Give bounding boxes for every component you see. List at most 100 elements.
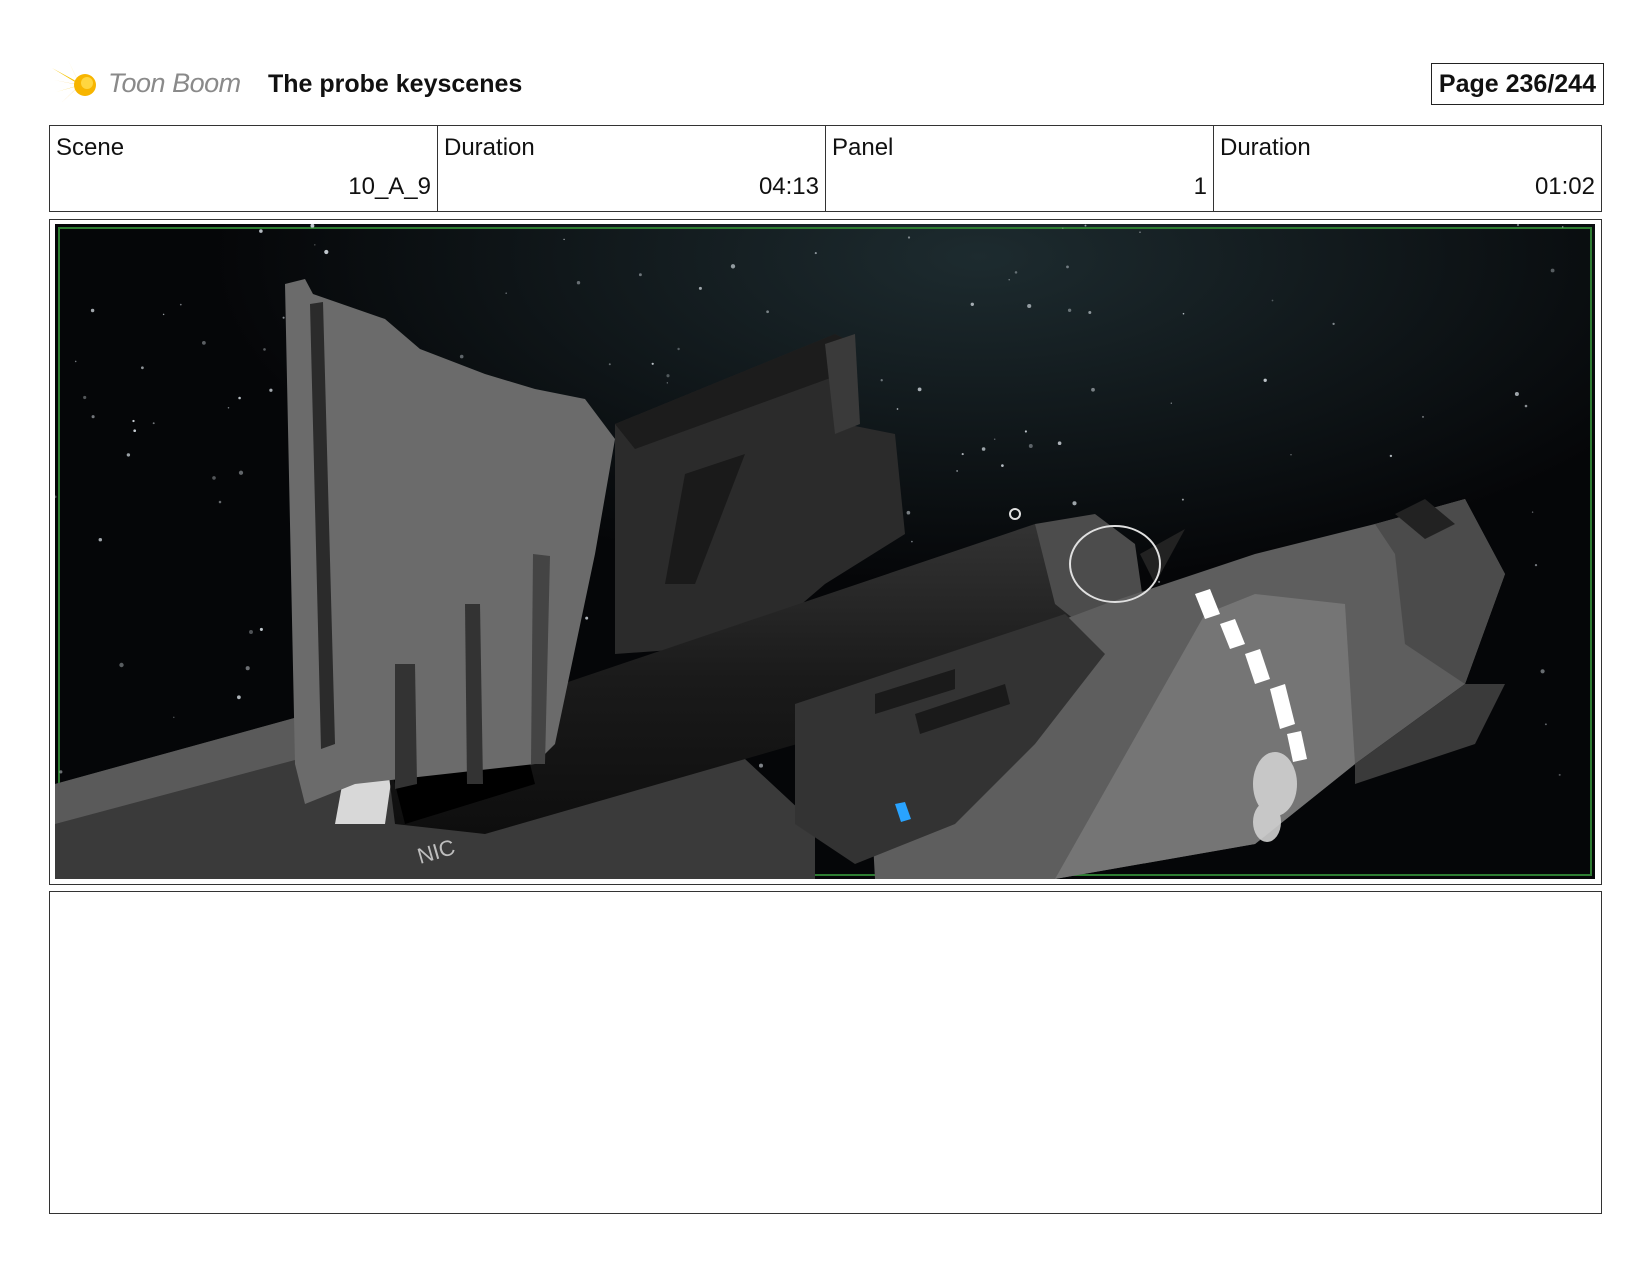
star: [202, 341, 206, 345]
star: [1062, 227, 1064, 229]
page-header: Toon Boom The probe keyscenes Page 236/2…: [52, 58, 1604, 112]
star: [1091, 387, 1095, 392]
star: [1028, 444, 1033, 448]
star: [766, 310, 769, 314]
panel-label: Panel: [832, 134, 894, 161]
star: [698, 286, 702, 290]
star: [1544, 723, 1547, 726]
star: [880, 379, 883, 382]
star: [218, 500, 222, 504]
star: [1181, 498, 1184, 501]
star: [1088, 311, 1092, 314]
star: [1001, 464, 1004, 467]
panel-value: 1: [1193, 173, 1207, 200]
star: [1561, 226, 1564, 228]
star: [162, 313, 165, 316]
star: [269, 388, 273, 392]
star: [993, 438, 996, 440]
star: [1084, 224, 1087, 227]
star: [282, 316, 285, 319]
star: [1024, 430, 1027, 433]
star: [1531, 511, 1534, 513]
star: [1158, 580, 1161, 583]
star: [1072, 501, 1077, 506]
scene-value: 10_A_9: [348, 173, 431, 200]
storyboard-panel: NIC: [49, 219, 1602, 885]
star: [1139, 231, 1141, 234]
star: [212, 476, 216, 480]
star: [981, 447, 986, 451]
star: [961, 453, 964, 456]
panel-notes-area: [49, 891, 1602, 1214]
star: [1057, 441, 1062, 445]
star: [896, 408, 899, 410]
star: [263, 348, 266, 351]
star: [238, 470, 244, 475]
star: [956, 470, 958, 472]
star: [563, 238, 565, 241]
star: [1550, 268, 1555, 273]
star: [1014, 271, 1018, 274]
star: [152, 422, 155, 425]
page-number: Page 236/244: [1430, 63, 1604, 105]
star: [1389, 454, 1393, 458]
starburst-logo-icon: [52, 60, 96, 104]
star: [917, 387, 922, 392]
star: [1182, 312, 1185, 315]
star: [459, 354, 464, 359]
star: [1524, 404, 1528, 408]
star: [1170, 402, 1172, 404]
panel-image: NIC: [55, 224, 1595, 879]
star: [1332, 322, 1335, 326]
star: [666, 382, 668, 384]
star: [59, 770, 63, 774]
star: [1558, 773, 1561, 776]
star: [814, 252, 817, 255]
star: [227, 407, 230, 409]
star: [90, 308, 95, 313]
panel-duration-label: Duration: [1220, 134, 1311, 161]
star: [245, 666, 250, 671]
star: [324, 249, 329, 255]
star: [132, 419, 135, 423]
star: [133, 429, 137, 433]
star: [1027, 303, 1032, 309]
scene-info-table: Scene 10_A_9 Duration 04:13 Panel 1 Dura…: [49, 125, 1602, 212]
star: [74, 360, 77, 363]
star: [314, 244, 316, 246]
scene-label: Scene: [56, 134, 125, 161]
star: [907, 236, 911, 239]
document-title: The probe keyscenes: [268, 70, 523, 98]
toon-boom-logo: Toon Boom: [52, 58, 252, 112]
star: [1514, 391, 1519, 397]
scene-duration-value: 04:13: [758, 173, 819, 200]
star: [638, 273, 642, 277]
star: [259, 627, 263, 631]
star: [911, 540, 913, 543]
star: [249, 630, 253, 634]
star: [585, 616, 589, 620]
star: [237, 695, 241, 700]
star: [1290, 454, 1292, 456]
star: [758, 763, 764, 768]
spaceship-in-space-illustration: NIC: [55, 224, 1595, 879]
scene-duration-cell: Duration 04:13: [438, 126, 826, 211]
star: [906, 510, 911, 515]
star: [1008, 278, 1010, 281]
star: [505, 292, 507, 294]
logo-text: Toon Boom: [108, 68, 241, 98]
star: [179, 303, 182, 306]
star: [1540, 669, 1545, 674]
star: [173, 716, 175, 719]
star: [651, 362, 654, 365]
star: [666, 374, 670, 378]
star: [126, 453, 131, 457]
scene-cell: Scene 10_A_9: [50, 126, 438, 211]
star: [1271, 299, 1274, 302]
star: [83, 395, 87, 400]
star: [608, 363, 611, 366]
star: [970, 302, 974, 306]
star: [1066, 265, 1069, 269]
star: [1263, 378, 1267, 382]
star: [238, 396, 241, 400]
